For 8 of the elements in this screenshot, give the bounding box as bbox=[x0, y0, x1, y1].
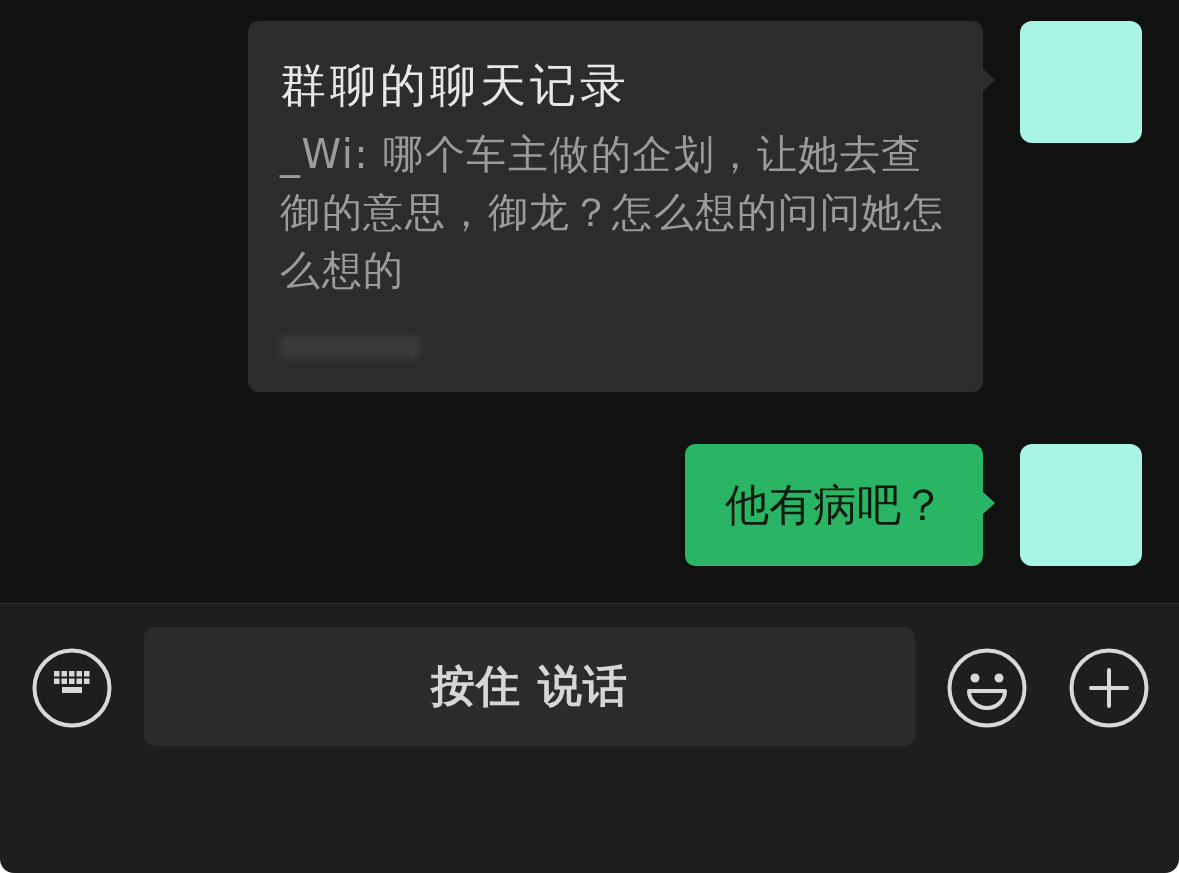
message-bubble: 他有病吧？ bbox=[685, 444, 995, 566]
chat-record-preview: _Wi: 哪个车主做的企划，让她去查御的意思，御龙？怎么想的问问她怎么想的 bbox=[280, 130, 945, 295]
chat-record-title: 群聊的聊天记录 bbox=[280, 57, 631, 113]
chat-record-card[interactable]: 群聊的聊天记录 _Wi: 哪个车主做的企划，让她去查御的意思，御龙？怎么想的问问她怎么想的 bbox=[248, 21, 995, 392]
plus-icon[interactable] bbox=[1069, 648, 1149, 728]
keyboard-icon[interactable] bbox=[32, 648, 112, 728]
smiley-icon[interactable] bbox=[947, 648, 1027, 728]
hold-to-talk-button[interactable]: 按住 说话 bbox=[144, 627, 915, 746]
